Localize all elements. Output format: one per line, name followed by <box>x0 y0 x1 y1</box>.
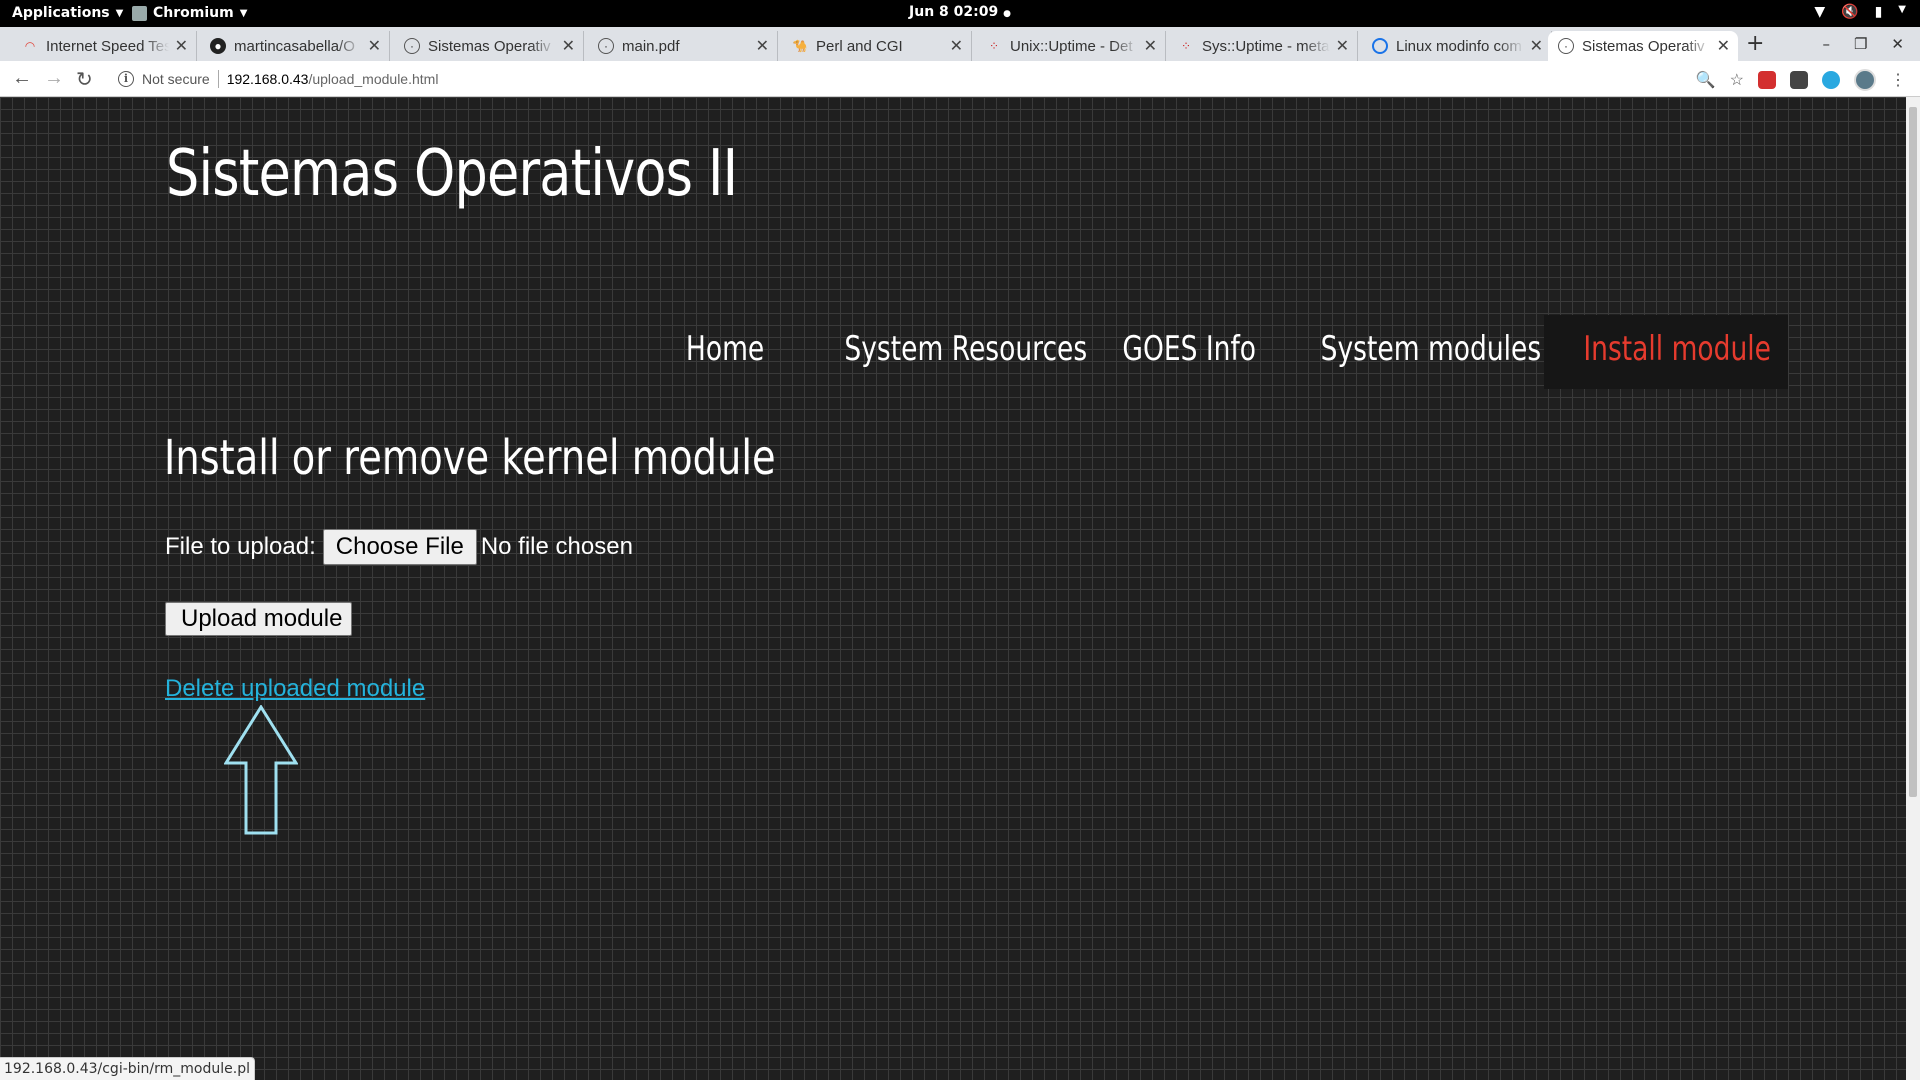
tab-github[interactable]: ● martincasabella/O ✕ <box>200 31 390 61</box>
tab-title: Linux modinfo com <box>1396 37 1522 55</box>
tab-linux-modinfo[interactable]: Linux modinfo com ✕ <box>1362 31 1552 61</box>
app-name-label: Chromium <box>153 5 234 21</box>
nav-goes-info[interactable]: GOES Info <box>1122 315 1256 389</box>
url-host: 192.168.0.43 <box>226 71 309 87</box>
zoom-icon[interactable]: 🔍 <box>1696 70 1716 90</box>
window-controls: – ❐ ✕ <box>1822 35 1904 53</box>
tab-title: Unix::Uptime - Det <box>1010 37 1133 55</box>
url-path: /upload_module.html <box>308 71 439 87</box>
speed-icon: ◠ <box>24 39 36 53</box>
delete-uploaded-module-link[interactable]: Delete uploaded module <box>165 675 425 703</box>
tab-title: Sistemas Operativ <box>1582 37 1705 55</box>
tab-title: Sistemas Operativ <box>428 37 551 55</box>
close-icon[interactable]: ✕ <box>1144 36 1157 56</box>
tab-title: Perl and CGI <box>816 37 903 55</box>
camel-icon: 🐪 <box>792 39 808 53</box>
choose-file-button[interactable]: Choose File <box>322 529 477 565</box>
upload-module-button[interactable]: Upload module <box>165 602 353 636</box>
globe-icon: · <box>598 38 614 54</box>
nav-home[interactable]: Home <box>686 315 764 389</box>
divider <box>217 70 219 88</box>
applications-label: Applications <box>12 5 110 21</box>
tab-perl-and-cgi[interactable]: 🐪 Perl and CGI ✕ <box>782 31 972 61</box>
tab-title: martincasabella/O <box>234 37 355 55</box>
status-bar-url: 192.168.0.43/cgi-bin/rm_module.pl <box>0 1057 255 1080</box>
page-heading: Install or remove kernel module <box>164 430 776 486</box>
close-icon[interactable]: ✕ <box>950 36 963 56</box>
not-secure-label: Not secure <box>142 71 210 87</box>
tab-unix-uptime[interactable]: ⁘ Unix::Uptime - Det ✕ <box>976 31 1166 61</box>
page-viewport: Sistemas Operativos II Home System Resou… <box>0 97 1906 1080</box>
info-icon[interactable]: i <box>118 71 134 87</box>
app-menu[interactable]: Chromium ▼ <box>132 5 247 21</box>
site-title: Sistemas Operativos II <box>166 137 738 211</box>
kebab-menu-icon[interactable]: ⋮ <box>1890 70 1906 90</box>
new-tab-button[interactable]: + <box>1746 31 1764 56</box>
system-tray[interactable]: ▼ 🔇 ▮ ▼ <box>1814 4 1906 20</box>
nav-system-modules[interactable]: System modules <box>1321 315 1542 389</box>
notification-dot-icon: ● <box>1003 9 1011 19</box>
globe-icon: · <box>404 38 420 54</box>
tab-title: main.pdf <box>622 37 680 55</box>
cpan-icon: ⁘ <box>1180 39 1192 53</box>
close-window-icon[interactable]: ✕ <box>1891 35 1904 53</box>
tab-internet-speed-test[interactable]: ◠ Internet Speed Tes ✕ <box>12 31 197 61</box>
g-icon <box>1372 38 1388 54</box>
github-icon: ● <box>210 38 226 54</box>
close-icon[interactable]: ✕ <box>562 36 575 56</box>
nav-system-resources[interactable]: System Resources <box>844 315 1087 389</box>
toolbar-actions: 🔍 ☆ ⋮ <box>1696 69 1906 91</box>
tab-sistemas-operativos-active[interactable]: · Sistemas Operativ ✕ <box>1548 31 1738 61</box>
clock[interactable]: Jun 8 02:09 ● <box>909 4 1011 20</box>
battery-icon: ▮ <box>1874 4 1883 20</box>
clock-label: Jun 8 02:09 <box>909 4 999 20</box>
main-nav: Home System Resources GOES Info System m… <box>0 315 1906 389</box>
chevron-down-icon: ▼ <box>239 7 248 19</box>
wifi-icon: ▼ <box>1814 4 1826 20</box>
file-upload-label: File to upload: <box>165 533 316 560</box>
cloud-extension-icon[interactable] <box>1822 71 1840 89</box>
extension-icon[interactable] <box>1790 71 1808 89</box>
close-icon[interactable]: ✕ <box>175 36 188 56</box>
close-icon[interactable]: ✕ <box>756 36 769 56</box>
system-top-bar: Applications ▼ Chromium ▼ Jun 8 02:09 ● … <box>0 0 1920 27</box>
volume-muted-icon: 🔇 <box>1841 4 1859 20</box>
scrollbar-thumb[interactable] <box>1909 107 1917 797</box>
chevron-down-icon: ▼ <box>115 7 124 19</box>
browser-toolbar: ← → ↻ i Not secure 192.168.0.43 /upload_… <box>0 61 1920 97</box>
close-icon[interactable]: ✕ <box>1717 36 1730 56</box>
file-upload-row: File to upload: Choose File No file chos… <box>165 529 633 565</box>
tab-main-pdf[interactable]: · main.pdf ✕ <box>588 31 778 61</box>
no-file-chosen-text: No file chosen <box>480 533 633 560</box>
adblock-extension-icon[interactable] <box>1758 71 1776 89</box>
page-scrollbar[interactable] <box>1906 97 1920 1080</box>
restore-icon[interactable]: ❐ <box>1854 35 1867 53</box>
close-icon[interactable]: ✕ <box>368 36 381 56</box>
forward-arrow-icon[interactable]: → <box>44 67 64 90</box>
star-icon[interactable]: ☆ <box>1730 70 1744 90</box>
globe-icon: · <box>1558 38 1574 54</box>
close-icon[interactable]: ✕ <box>1336 36 1349 56</box>
tab-sistemas-operativos-1[interactable]: · Sistemas Operativ ✕ <box>394 31 584 61</box>
nav-install-module[interactable]: Install module <box>1583 315 1771 389</box>
cpan-icon: ⁘ <box>988 39 1000 53</box>
minimize-icon[interactable]: – <box>1822 35 1830 53</box>
chromium-app-icon <box>132 5 147 21</box>
tab-title: Internet Speed Tes <box>46 37 169 55</box>
avatar[interactable] <box>1854 69 1876 91</box>
arrow-up-icon <box>224 705 298 835</box>
back-arrow-icon[interactable]: ← <box>12 67 32 90</box>
tab-strip: ◠ Internet Speed Tes ✕ ● martincasabella… <box>0 27 1920 61</box>
reload-icon[interactable]: ↻ <box>76 67 93 92</box>
chevron-down-icon: ▼ <box>1898 4 1906 15</box>
tab-sys-uptime[interactable]: ⁘ Sys::Uptime - meta ✕ <box>1168 31 1358 61</box>
address-bar[interactable]: i Not secure 192.168.0.43 /upload_module… <box>110 65 1710 93</box>
close-icon[interactable]: ✕ <box>1530 36 1543 56</box>
tab-title: Sys::Uptime - meta <box>1202 37 1330 55</box>
applications-menu[interactable]: Applications ▼ <box>12 5 123 21</box>
